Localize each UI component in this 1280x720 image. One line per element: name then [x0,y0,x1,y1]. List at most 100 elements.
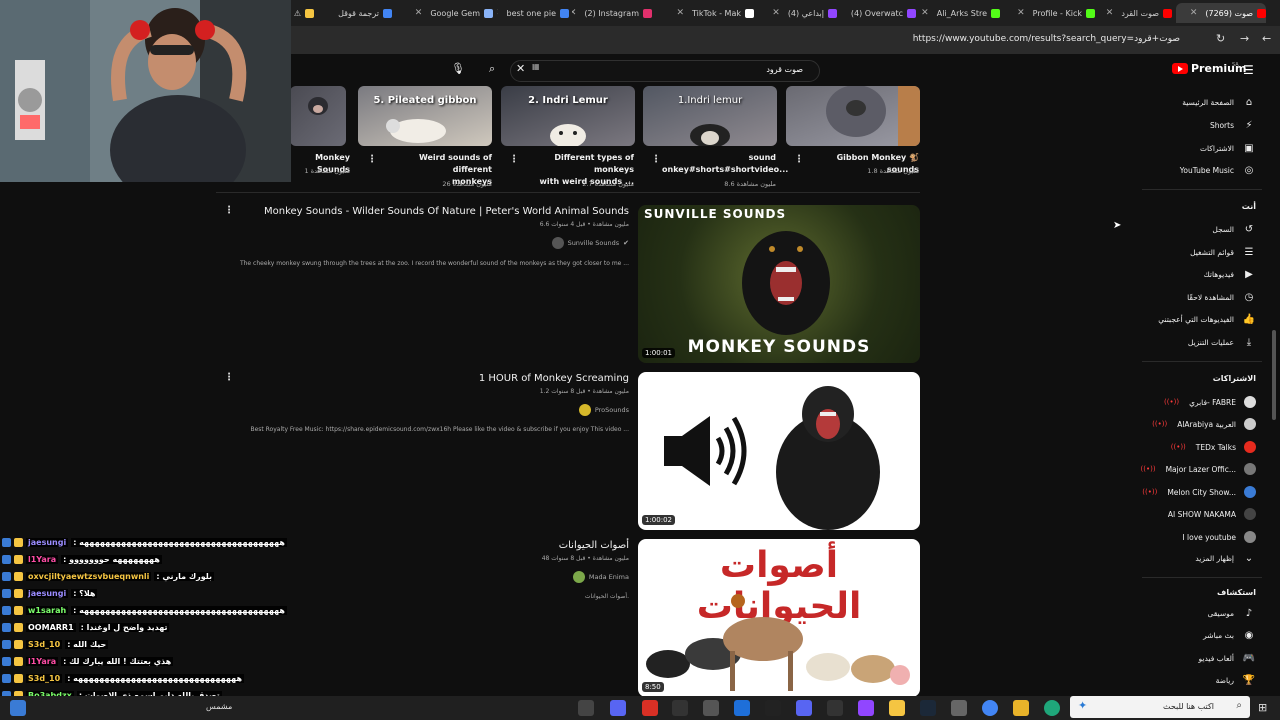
close-tab-icon[interactable]: ✕ [676,8,684,18]
app-icon[interactable] [889,700,905,716]
browser-tab[interactable]: صوت القرد ✕ [1100,3,1172,23]
keyboard-icon[interactable]: ▦ [532,62,540,71]
twitch-icon[interactable] [858,700,874,716]
short-thumb-2[interactable]: 2. Indri Lemur [501,86,635,146]
browser-tab[interactable]: (4) إبداعي ✕ [759,3,837,23]
app-icon[interactable] [796,700,812,716]
sidebar-item[interactable]: الصفحة الرئيسية ⌂ [1182,97,1256,108]
close-tab-icon[interactable]: ✕ [572,8,576,18]
app-icon[interactable] [672,700,688,716]
reload-icon[interactable]: ↻ [1216,32,1225,45]
edge-icon[interactable] [1044,700,1060,716]
close-tab-icon[interactable]: ✕ [1017,8,1025,18]
sidebar-item[interactable]: موسيقى ♪ [1208,608,1256,619]
search-icon[interactable]: ⌕ [489,62,495,76]
close-tab-icon[interactable]: ✕ [415,8,423,18]
browser-tab[interactable]: ⚠✕ [292,3,314,23]
video-title-2[interactable]: 1 HOUR of Monkey Screaming [479,373,629,384]
sidebar-item[interactable]: الفيديوهات التي أعجبتني 👍 [1158,314,1256,325]
url-text[interactable]: https://www.youtube.com/results?search_q… [913,34,1180,44]
sidebar-item[interactable]: I love youtube [1182,531,1256,543]
short-thumb-3[interactable]: 1.Indri lemur [643,86,777,146]
sidebar-item[interactable]: رياضة 🏆 [1216,675,1256,686]
search-input[interactable]: صوت قرود [510,60,820,82]
sidebar-item[interactable]: السجل ↺ [1212,224,1256,235]
windows-logo-icon[interactable]: ⊞ [1258,701,1267,714]
sidebar-item[interactable]: ((•)) Melon City Show... [1142,486,1256,498]
browser-tab[interactable]: best one pie ✕ [497,3,569,23]
video-title-1[interactable]: Monkey Sounds - Wilder Sounds Of Nature … [264,206,629,217]
sidebar-item[interactable]: قوائم التشغيل ☰ [1190,247,1256,258]
steam-icon[interactable] [920,700,936,716]
sidebar-item[interactable]: ((•)) TEDx Talks [1171,441,1256,453]
close-tab-icon[interactable]: ✕ [921,8,929,18]
short-thumb-5[interactable] [290,86,346,146]
sidebar-scrollbar[interactable] [1272,330,1276,420]
close-tab-icon[interactable]: ✕ [1190,8,1198,18]
video-channel-3[interactable]: Mada Enima [572,571,629,583]
sidebar-section-header[interactable]: أنت [1242,202,1256,211]
short-thumb-1[interactable]: 5. Pileated gibbon [358,86,492,146]
sidebar-item[interactable]: ((•)) فابري- FABRE [1164,396,1256,408]
chat-username[interactable]: OOMARR1 [26,622,76,632]
chat-username[interactable]: S3d_10 [26,673,63,683]
sidebar-item[interactable]: فيديوهاتك ▶ [1204,269,1256,280]
settings-icon[interactable] [703,700,719,716]
file-explorer-icon[interactable] [1013,700,1029,716]
close-tab-icon[interactable]: ✕ [1106,8,1114,18]
browser-tab[interactable]: Profile - Kick ✕ [1005,3,1095,23]
sidebar-item[interactable]: ((•)) Major Lazer Offic... [1141,463,1256,475]
more-options-icon[interactable]: ⋮ [367,154,377,165]
sidebar-item[interactable]: Shorts ⚡ [1210,120,1256,131]
short-thumb-4[interactable] [786,86,920,146]
browser-tab[interactable]: TikTok - Mak ✕ [656,3,754,23]
chrome-icon[interactable] [982,700,998,716]
more-options-icon[interactable]: ⋮ [224,205,234,216]
video-thumbnail-3[interactable]: أصوات الحيوانات 8:50 [638,539,920,697]
video-channel-2[interactable]: ProSounds [578,404,629,416]
sidebar-item[interactable]: إظهار المزيد ⌄ [1195,553,1256,564]
close-tab-icon[interactable]: ✕ [497,8,499,18]
close-tab-icon[interactable]: ✕ [842,8,843,18]
weather-widget[interactable]: مشمس [206,702,232,711]
video-thumbnail-1[interactable]: SUNVILLE SOUNDS MONKEY SOUNDS 1:00:01 [638,205,920,363]
chat-username[interactable]: l1Yara [26,656,59,666]
chat-username[interactable]: jaesungi [26,588,69,598]
taskbar-search[interactable]: اكتب هنا للبحث ⌕ ✦ [1070,696,1250,718]
hamburger-menu-icon[interactable]: ☰ [1243,63,1254,77]
sidebar-item[interactable]: عمليات التنزيل ⤓ [1188,337,1256,348]
chat-username[interactable]: oxvcjiltyaewtzsvbueqnwnli [26,571,152,581]
video-channel-1[interactable]: Sunville Sounds ✔ [551,237,629,249]
more-options-icon[interactable]: ⋮ [224,372,234,383]
short-title-3[interactable]: sound onkey#shorts#shortvideo... [662,152,788,176]
back-icon[interactable]: ← [1262,32,1271,45]
sidebar-item[interactable]: الاشتراكات ▣ [1200,143,1256,154]
video-title-3[interactable]: أصوات الحيوانات [559,540,629,551]
clear-icon[interactable]: ✕ [516,62,525,75]
sidebar-section-header[interactable]: الاشتراكات [1213,374,1256,383]
sidebar-item[interactable]: YouTube Music ◎ [1180,165,1256,176]
chat-username[interactable]: l1Yara [26,554,59,564]
sidebar-item[interactable]: AI SHOW NAKAMA [1168,508,1256,520]
browser-tab[interactable]: (7269) صوت ✕ [1176,3,1266,23]
browser-tab[interactable]: Ali_Arks Stre ✕ [920,3,1000,23]
app-icon[interactable] [951,700,967,716]
forward-icon[interactable]: → [1240,32,1249,45]
browser-tab[interactable]: ترجمة قوقل✕ [330,3,392,23]
chat-username[interactable]: w1sarah [26,605,69,615]
obs-icon[interactable] [765,700,781,716]
more-options-icon[interactable]: ⋮ [794,154,804,165]
app-icon[interactable] [827,700,843,716]
more-options-icon[interactable]: ⋮ [651,154,661,165]
video-thumbnail-2[interactable]: 1:00:02 [638,372,920,530]
app-icon[interactable] [734,700,750,716]
app-icon[interactable] [642,700,658,716]
chat-username[interactable]: S3d_10 [26,639,63,649]
sidebar-section-header[interactable]: استكشاف [1217,588,1256,597]
sidebar-item[interactable]: المشاهدة لاحقًا ◷ [1187,292,1256,303]
pen-icon[interactable] [578,700,594,716]
browser-tab[interactable]: (2) Instagram ✕ [572,3,652,23]
windows-start-icon[interactable] [10,700,26,716]
discord-icon[interactable] [610,700,626,716]
browser-tab[interactable]: (4) Overwatc ✕ [842,3,916,23]
